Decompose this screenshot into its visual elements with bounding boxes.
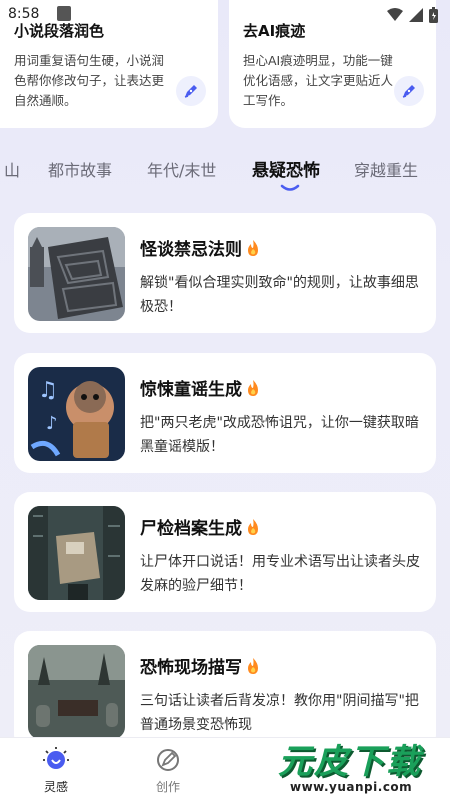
story-title: 恐怖现场描写	[140, 653, 260, 678]
watermark-brand: 元皮下载	[278, 742, 422, 782]
status-icons	[387, 7, 438, 23]
story-title-text: 恐怖现场描写	[140, 658, 242, 678]
battery-icon	[429, 7, 438, 23]
story-thumbnail: ♫ ♪	[28, 367, 125, 461]
category-tabs: 山 都市故事 年代/末世 悬疑恐怖 穿越重生	[0, 150, 450, 191]
watermark-url: www.yuanpi.com	[290, 780, 413, 794]
story-title: 怪谈禁忌法则	[140, 235, 260, 260]
pen-icon[interactable]	[176, 76, 206, 106]
svg-text:♪: ♪	[46, 413, 58, 434]
tab-era[interactable]: 年代/末世	[147, 157, 216, 181]
story-card[interactable]: ♫ ♪ 惊悚童谣生成 把"两只老虎"改成恐怖诅咒，让你一键获取暗黑童谣模版！	[14, 353, 436, 473]
story-thumbnail	[28, 227, 125, 321]
tab-rebirth[interactable]: 穿越重生	[354, 157, 418, 181]
lightbulb-icon	[43, 747, 69, 769]
tab-urban[interactable]: 都市故事	[48, 157, 112, 181]
wifi-icon	[387, 8, 403, 21]
tab-suspense[interactable]: 悬疑恐怖	[252, 156, 320, 181]
fire-icon	[248, 379, 258, 396]
tool-desc: 用词重复语句生硬，小说润色帮你修改句子，让表达更自然通顺。	[14, 53, 165, 108]
story-title: 惊悚童谣生成	[140, 375, 260, 400]
watermark: 元皮下载 www.yuanpi.com	[268, 712, 450, 800]
story-title-text: 惊悚童谣生成	[140, 380, 242, 400]
svg-text:♫: ♫	[38, 378, 58, 403]
story-card[interactable]: 怪谈禁忌法则 解锁"看似合理实则致命"的规则，让故事细思极恐！	[14, 213, 436, 333]
story-title: 尸检档案生成	[140, 514, 260, 539]
status-time: 8:58	[8, 6, 40, 22]
nav-create[interactable]: 创作	[138, 746, 198, 795]
status-bar: 8:58	[0, 0, 450, 30]
fire-icon	[248, 518, 258, 535]
story-desc: 把"两只老虎"改成恐怖诅咒，让你一键获取暗黑童谣模版！	[140, 415, 419, 455]
nav-label: 灵感	[43, 780, 68, 794]
story-title-text: 尸检档案生成	[140, 519, 242, 539]
story-title-text: 怪谈禁忌法则	[140, 240, 242, 260]
tool-desc: 担心AI痕迹明显，功能一键优化语感，让文字更贴近人工写作。	[243, 53, 394, 108]
story-desc: 解锁"看似合理实则致命"的规则，让故事细思极恐！	[140, 275, 419, 315]
signal-icon	[409, 8, 423, 22]
story-card[interactable]: 尸检档案生成 让尸体开口说话！用专业术语写出让读者头皮发麻的验尸细节！	[14, 492, 436, 612]
fire-icon	[248, 657, 258, 674]
tab-partial[interactable]: 山	[4, 157, 20, 181]
story-thumbnail	[28, 506, 125, 600]
story-thumbnail	[28, 645, 125, 739]
fire-icon	[248, 239, 258, 256]
pen-icon[interactable]	[394, 76, 424, 106]
notification-icon	[57, 6, 71, 21]
tab-indicator	[280, 184, 300, 191]
story-desc: 让尸体开口说话！用专业术语写出让读者头皮发麻的验尸细节！	[140, 554, 420, 594]
nav-label: 创作	[155, 780, 180, 794]
nav-inspiration[interactable]: 灵感	[26, 746, 86, 795]
edit-icon	[157, 749, 179, 771]
